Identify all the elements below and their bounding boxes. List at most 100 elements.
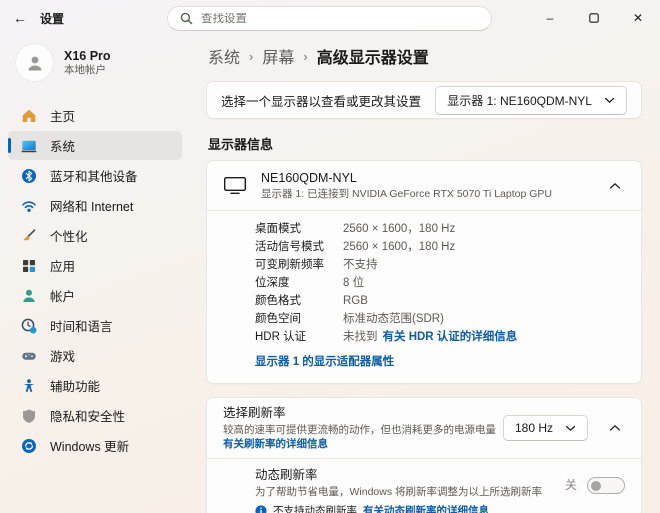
refresh-rate-subtitle: 较高的速率可提供更流畅的动作，但也消耗更多的电源电量 有关刷新率的详细信息: [223, 423, 503, 451]
refresh-rate-dropdown[interactable]: 180 Hz: [503, 415, 588, 441]
info-row-color-format: 颜色格式 RGB: [255, 292, 625, 310]
display-select-dropdown[interactable]: 显示器 1: NE160QDM-NYL: [435, 86, 627, 115]
app-title: 设置: [40, 10, 64, 27]
toggle-state-label: 关: [565, 477, 577, 494]
sidebar-item-gaming[interactable]: 游戏: [8, 341, 182, 370]
info-row-vrr: 可变刷新频率 不支持: [255, 256, 625, 274]
sidebar-item-label: 隐私和安全性: [50, 406, 125, 425]
accessibility-person-icon: [21, 378, 37, 394]
dynamic-refresh-subtitle: 为了帮助节省电量，Windows 将刷新率调整为以上所选刷新率: [255, 485, 549, 499]
sidebar-item-label: 帐户: [50, 286, 75, 305]
breadcrumb-display[interactable]: 屏幕: [262, 44, 294, 68]
breadcrumb: 系统 › 屏幕 › 高级显示器设置: [208, 44, 642, 68]
chevron-down-icon: [604, 97, 615, 104]
display-select-label: 选择一个显示器以查看或更改其设置: [221, 91, 435, 110]
display-select-value: 显示器 1: NE160QDM-NYL: [447, 92, 592, 109]
dynamic-refresh-rate-row: 动态刷新率 为了帮助节省电量，Windows 将刷新率调整为以上所选刷新率 不支…: [207, 459, 641, 513]
info-row-color-space: 颜色空间 标准动态范围(SDR): [255, 310, 625, 328]
avatar: [16, 44, 53, 81]
search-icon: [180, 12, 193, 25]
sidebar-item-label: Windows 更新: [50, 436, 129, 455]
sidebar-item-label: 系统: [50, 136, 75, 155]
info-row-hdr: HDR 认证 未找到 有关 HDR 认证的详细信息: [255, 328, 625, 346]
paintbrush-icon: [21, 228, 37, 244]
wifi-icon: [21, 198, 37, 214]
sidebar-item-accessibility[interactable]: 辅助功能: [8, 371, 182, 400]
user-profile[interactable]: X16 Pro 本地帐户: [8, 40, 182, 85]
sidebar-item-label: 游戏: [50, 346, 75, 365]
close-button[interactable]: ✕: [616, 0, 660, 36]
breadcrumb-separator-icon: ›: [249, 49, 253, 64]
sidebar-item-system[interactable]: 系统: [8, 131, 182, 160]
gamepad-icon: [21, 348, 37, 364]
sidebar-item-personalization[interactable]: 个性化: [8, 221, 182, 250]
refresh-rate-title: 选择刷新率: [223, 405, 503, 421]
dynamic-refresh-note: 不支持动态刷新率 有关动态刷新率的详细信息: [255, 503, 549, 513]
section-title-display-info: 显示器信息: [208, 134, 640, 153]
clock-icon: [21, 318, 37, 334]
adapter-properties-row: 显示器 1 的显示适配器属性: [255, 353, 625, 371]
sidebar-item-apps[interactable]: 应用: [8, 251, 182, 280]
breadcrumb-system[interactable]: 系统: [208, 44, 240, 68]
sidebar-item-label: 时间和语言: [50, 316, 113, 335]
sidebar-item-time-language[interactable]: 时间和语言: [8, 311, 182, 340]
apps-icon: [21, 258, 37, 274]
monitor-icon: [223, 176, 247, 195]
window-controls: – ✕: [528, 0, 660, 36]
refresh-rate-value: 180 Hz: [515, 421, 553, 435]
dynamic-refresh-title: 动态刷新率: [255, 467, 549, 483]
collapse-chevron-up-icon[interactable]: [605, 420, 625, 436]
display-select-card: 选择一个显示器以查看或更改其设置 显示器 1: NE160QDM-NYL: [206, 81, 642, 119]
sidebar-item-label: 主页: [50, 106, 75, 125]
adapter-properties-link[interactable]: 显示器 1 的显示适配器属性: [255, 356, 394, 368]
refresh-rate-details-link[interactable]: 有关刷新率的详细信息: [223, 438, 328, 450]
close-icon: ✕: [633, 11, 643, 25]
system-icon: [21, 138, 37, 154]
hdr-details-link[interactable]: 有关 HDR 认证的详细信息: [383, 328, 518, 346]
sidebar-item-privacy[interactable]: 隐私和安全性: [8, 401, 182, 430]
display-info-body: 桌面模式 2560 × 1600，180 Hz 活动信号模式 2560 × 16…: [207, 211, 641, 383]
sidebar-item-home[interactable]: 主页: [8, 101, 182, 130]
display-info-header[interactable]: NE160QDM-NYL 显示器 1: 已连接到 NVIDIA GeForce …: [207, 161, 641, 210]
back-button[interactable]: ←: [0, 0, 40, 36]
sidebar-item-windows-update[interactable]: Windows 更新: [8, 431, 182, 460]
sidebar-item-label: 蓝牙和其他设备: [50, 166, 138, 185]
breadcrumb-separator-icon: ›: [303, 49, 307, 64]
refresh-rate-row: 选择刷新率 较高的速率可提供更流畅的动作，但也消耗更多的电源电量 有关刷新率的详…: [207, 398, 641, 458]
home-icon: [21, 108, 37, 124]
collapse-chevron-up-icon[interactable]: [605, 178, 625, 194]
sidebar-item-label: 应用: [50, 256, 75, 275]
display-name: NE160QDM-NYL: [261, 170, 552, 186]
sidebar-item-network[interactable]: 网络和 Internet: [8, 191, 182, 220]
back-icon: ←: [13, 10, 27, 26]
maximize-icon: [589, 13, 599, 23]
display-info-card: NE160QDM-NYL 显示器 1: 已连接到 NVIDIA GeForce …: [206, 160, 642, 384]
search-input[interactable]: [201, 13, 479, 25]
sidebar-item-bluetooth[interactable]: 蓝牙和其他设备: [8, 161, 182, 190]
sidebar: X16 Pro 本地帐户 主页 系统 蓝牙和其他设备 网络和 Internet …: [0, 36, 190, 513]
user-name: X16 Pro: [64, 49, 111, 64]
update-arrows-icon: [21, 438, 37, 454]
minimize-icon: –: [547, 11, 554, 25]
refresh-rate-card: 选择刷新率 较高的速率可提供更流畅的动作，但也消耗更多的电源电量 有关刷新率的详…: [206, 397, 642, 513]
info-row-desktop-mode: 桌面模式 2560 × 1600，180 Hz: [255, 220, 625, 238]
sidebar-item-label: 辅助功能: [50, 376, 100, 395]
main-content: 系统 › 屏幕 › 高级显示器设置 选择一个显示器以查看或更改其设置 显示器 1…: [190, 36, 660, 513]
toggle-knob: [591, 481, 601, 491]
info-row-signal-mode: 活动信号模式 2560 × 1600，180 Hz: [255, 238, 625, 256]
info-icon: [255, 505, 267, 513]
display-gpu-subtitle: 显示器 1: 已连接到 NVIDIA GeForce RTX 5070 Ti L…: [261, 187, 552, 201]
dynamic-refresh-toggle[interactable]: [587, 477, 625, 494]
dynamic-refresh-toggle-group: 关: [565, 467, 625, 513]
settings-search[interactable]: [167, 6, 492, 31]
person-icon: [21, 288, 37, 304]
page-title: 高级显示器设置: [317, 44, 429, 68]
shield-icon: [21, 408, 37, 424]
maximize-button[interactable]: [572, 0, 616, 36]
sidebar-item-accounts[interactable]: 帐户: [8, 281, 182, 310]
dynamic-refresh-details-link[interactable]: 有关动态刷新率的详细信息: [363, 503, 489, 513]
sidebar-item-label: 网络和 Internet: [50, 196, 133, 215]
sidebar-item-label: 个性化: [50, 226, 88, 245]
info-row-bit-depth: 位深度 8 位: [255, 274, 625, 292]
minimize-button[interactable]: –: [528, 0, 572, 36]
